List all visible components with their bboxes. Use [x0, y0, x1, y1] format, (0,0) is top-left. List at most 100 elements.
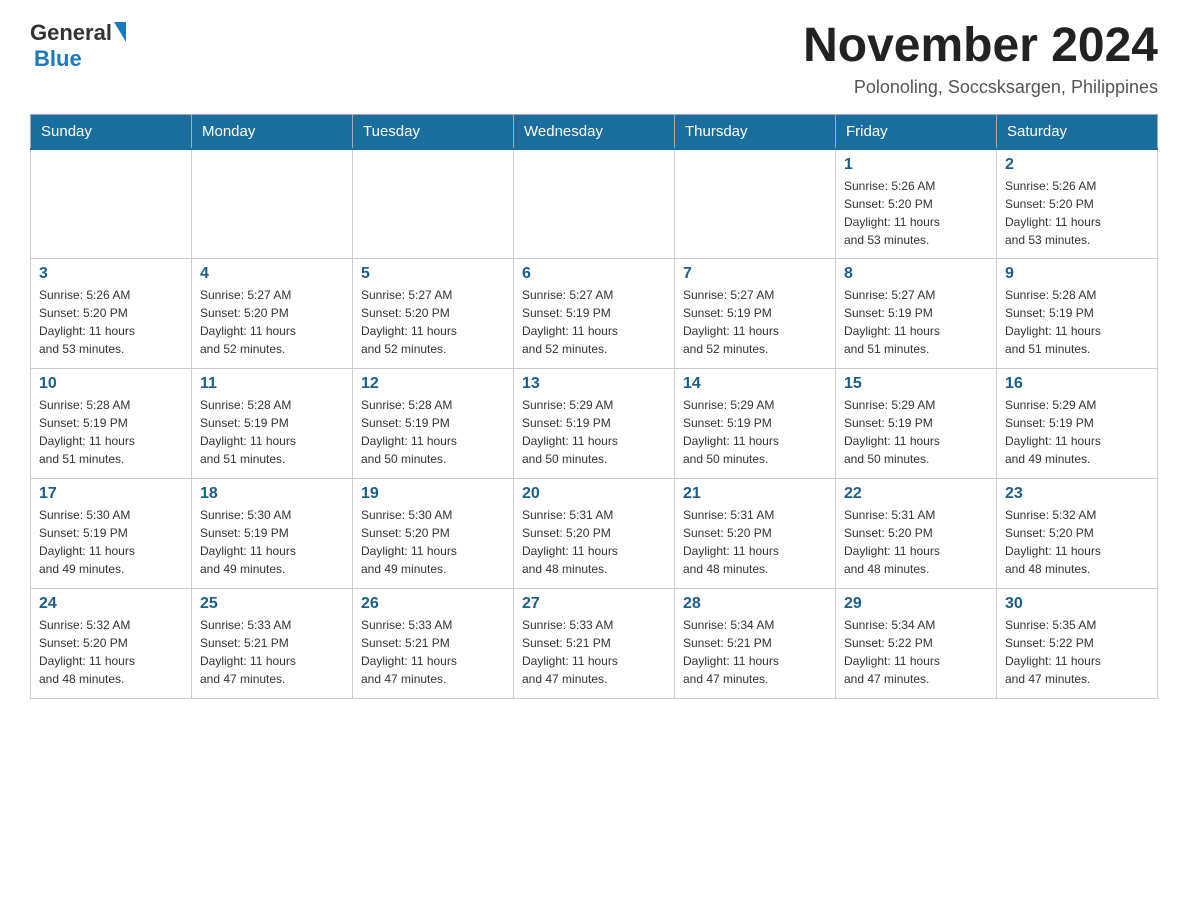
calendar-cell: 12Sunrise: 5:28 AMSunset: 5:19 PMDayligh… — [353, 369, 514, 479]
calendar-cell — [31, 149, 192, 259]
logo-arrow-icon — [114, 22, 126, 42]
day-info: Sunrise: 5:26 AMSunset: 5:20 PMDaylight:… — [844, 177, 988, 249]
calendar-cell: 9 Sunrise: 5:28 AMSunset: 5:19 PMDaylight… — [997, 259, 1158, 369]
calendar-cell — [514, 149, 675, 259]
week-row-4: 17 Sunrise: 5:30 AMSunset: 5:19 PMDayligh… — [31, 479, 1158, 589]
day-info: Sunrise: 5:27 AMSunset: 5:20 PMDaylight:… — [361, 286, 505, 358]
day-info: Sunrise: 5:29 AMSunset: 5:19 PMDaylight:… — [522, 396, 666, 468]
day-info: Sunrise: 5:30 AMSunset: 5:19 PMDaylight:… — [39, 506, 183, 578]
day-info: Sunrise: 5:35 AMSunset: 5:22 PMDaylight:… — [1005, 616, 1149, 688]
calendar-cell: 16 Sunrise: 5:29 AMSunset: 5:19 PMDayligh… — [997, 369, 1158, 479]
day-number: 15 — [844, 375, 988, 393]
day-number: 5 — [361, 265, 505, 283]
day-number: 24 — [39, 595, 183, 613]
calendar-cell: 4 Sunrise: 5:27 AMSunset: 5:20 PMDaylight… — [192, 259, 353, 369]
day-number: 14 — [683, 375, 827, 393]
day-number: 3 — [39, 265, 183, 283]
calendar-cell: 6 Sunrise: 5:27 AMSunset: 5:19 PMDaylight… — [514, 259, 675, 369]
day-info: Sunrise: 5:26 AMSunset: 5:20 PMDaylight:… — [39, 286, 183, 358]
day-info: Sunrise: 5:28 AMSunset: 5:19 PMDaylight:… — [361, 396, 505, 468]
day-info: Sunrise: 5:27 AMSunset: 5:20 PMDaylight:… — [200, 286, 344, 358]
month-title: November 2024 — [803, 20, 1158, 73]
calendar-cell: 3 Sunrise: 5:26 AMSunset: 5:20 PMDaylight… — [31, 259, 192, 369]
day-info: Sunrise: 5:30 AMSunset: 5:20 PMDaylight:… — [361, 506, 505, 578]
day-number: 4 — [200, 265, 344, 283]
day-info: Sunrise: 5:26 AMSunset: 5:20 PMDaylight:… — [1005, 177, 1149, 249]
logo: General Blue — [30, 20, 126, 72]
calendar-cell: 27Sunrise: 5:33 AMSunset: 5:21 PMDayligh… — [514, 589, 675, 699]
day-number: 18 — [200, 485, 344, 503]
column-header-friday: Friday — [836, 114, 997, 149]
calendar-cell: 10 Sunrise: 5:28 AMSunset: 5:19 PMDayligh… — [31, 369, 192, 479]
calendar-cell: 28Sunrise: 5:34 AMSunset: 5:21 PMDayligh… — [675, 589, 836, 699]
day-number: 29 — [844, 595, 988, 613]
week-row-5: 24 Sunrise: 5:32 AMSunset: 5:20 PMDayligh… — [31, 589, 1158, 699]
calendar-cell: 19 Sunrise: 5:30 AMSunset: 5:20 PMDayligh… — [353, 479, 514, 589]
day-info: Sunrise: 5:34 AMSunset: 5:21 PMDaylight:… — [683, 616, 827, 688]
day-number: 2 — [1005, 156, 1149, 174]
calendar-cell — [353, 149, 514, 259]
calendar-cell: 24 Sunrise: 5:32 AMSunset: 5:20 PMDayligh… — [31, 589, 192, 699]
day-info: Sunrise: 5:31 AMSunset: 5:20 PMDaylight:… — [522, 506, 666, 578]
day-info: Sunrise: 5:28 AMSunset: 5:19 PMDaylight:… — [200, 396, 344, 468]
day-info: Sunrise: 5:34 AMSunset: 5:22 PMDaylight:… — [844, 616, 988, 688]
day-number: 30 — [1005, 595, 1149, 613]
day-number: 7 — [683, 265, 827, 283]
day-info: Sunrise: 5:33 AMSunset: 5:21 PMDaylight:… — [522, 616, 666, 688]
day-number: 16 — [1005, 375, 1149, 393]
day-info: Sunrise: 5:29 AMSunset: 5:19 PMDaylight:… — [683, 396, 827, 468]
day-info: Sunrise: 5:27 AMSunset: 5:19 PMDaylight:… — [844, 286, 988, 358]
day-info: Sunrise: 5:32 AMSunset: 5:20 PMDaylight:… — [1005, 506, 1149, 578]
day-number: 6 — [522, 265, 666, 283]
location-subtitle: Polonoling, Soccsksargen, Philippines — [803, 77, 1158, 98]
calendar-table: SundayMondayTuesdayWednesdayThursdayFrid… — [30, 114, 1158, 700]
logo-general-text: General — [30, 20, 112, 46]
day-number: 21 — [683, 485, 827, 503]
calendar-cell: 25Sunrise: 5:33 AMSunset: 5:21 PMDayligh… — [192, 589, 353, 699]
calendar-cell: 8 Sunrise: 5:27 AMSunset: 5:19 PMDaylight… — [836, 259, 997, 369]
calendar-cell: 7Sunrise: 5:27 AMSunset: 5:19 PMDaylight… — [675, 259, 836, 369]
column-header-wednesday: Wednesday — [514, 114, 675, 149]
day-number: 11 — [200, 375, 344, 393]
calendar-cell: 14 Sunrise: 5:29 AMSunset: 5:19 PMDayligh… — [675, 369, 836, 479]
week-row-1: 1Sunrise: 5:26 AMSunset: 5:20 PMDaylight… — [31, 149, 1158, 259]
title-section: November 2024 Polonoling, Soccsksargen, … — [803, 20, 1158, 98]
logo-blue-text: Blue — [34, 46, 82, 72]
calendar-cell: 18 Sunrise: 5:30 AMSunset: 5:19 PMDayligh… — [192, 479, 353, 589]
calendar-cell: 23 Sunrise: 5:32 AMSunset: 5:20 PMDayligh… — [997, 479, 1158, 589]
calendar-cell: 30 Sunrise: 5:35 AMSunset: 5:22 PMDayligh… — [997, 589, 1158, 699]
week-row-2: 3 Sunrise: 5:26 AMSunset: 5:20 PMDaylight… — [31, 259, 1158, 369]
day-info: Sunrise: 5:27 AMSunset: 5:19 PMDaylight:… — [522, 286, 666, 358]
day-number: 9 — [1005, 265, 1149, 283]
column-header-monday: Monday — [192, 114, 353, 149]
calendar-cell: 15 Sunrise: 5:29 AMSunset: 5:19 PMDayligh… — [836, 369, 997, 479]
day-info: Sunrise: 5:30 AMSunset: 5:19 PMDaylight:… — [200, 506, 344, 578]
day-info: Sunrise: 5:31 AMSunset: 5:20 PMDaylight:… — [683, 506, 827, 578]
day-number: 23 — [1005, 485, 1149, 503]
calendar-cell: 13 Sunrise: 5:29 AMSunset: 5:19 PMDayligh… — [514, 369, 675, 479]
day-info: Sunrise: 5:28 AMSunset: 5:19 PMDaylight:… — [1005, 286, 1149, 358]
day-number: 10 — [39, 375, 183, 393]
calendar-cell: 20 Sunrise: 5:31 AMSunset: 5:20 PMDayligh… — [514, 479, 675, 589]
day-info: Sunrise: 5:32 AMSunset: 5:20 PMDaylight:… — [39, 616, 183, 688]
day-number: 20 — [522, 485, 666, 503]
column-header-thursday: Thursday — [675, 114, 836, 149]
day-number: 13 — [522, 375, 666, 393]
day-info: Sunrise: 5:29 AMSunset: 5:19 PMDaylight:… — [844, 396, 988, 468]
calendar-cell: 2 Sunrise: 5:26 AMSunset: 5:20 PMDaylight… — [997, 149, 1158, 259]
day-number: 19 — [361, 485, 505, 503]
week-row-3: 10 Sunrise: 5:28 AMSunset: 5:19 PMDayligh… — [31, 369, 1158, 479]
calendar-cell: 26Sunrise: 5:33 AMSunset: 5:21 PMDayligh… — [353, 589, 514, 699]
day-info: Sunrise: 5:33 AMSunset: 5:21 PMDaylight:… — [361, 616, 505, 688]
day-number: 8 — [844, 265, 988, 283]
calendar-cell: 22 Sunrise: 5:31 AMSunset: 5:20 PMDayligh… — [836, 479, 997, 589]
day-number: 17 — [39, 485, 183, 503]
column-header-tuesday: Tuesday — [353, 114, 514, 149]
day-number: 22 — [844, 485, 988, 503]
calendar-cell — [675, 149, 836, 259]
page-header: General Blue November 2024 Polonoling, S… — [30, 20, 1158, 98]
day-info: Sunrise: 5:28 AMSunset: 5:19 PMDaylight:… — [39, 396, 183, 468]
day-info: Sunrise: 5:29 AMSunset: 5:19 PMDaylight:… — [1005, 396, 1149, 468]
day-info: Sunrise: 5:31 AMSunset: 5:20 PMDaylight:… — [844, 506, 988, 578]
calendar-header-row: SundayMondayTuesdayWednesdayThursdayFrid… — [31, 114, 1158, 149]
